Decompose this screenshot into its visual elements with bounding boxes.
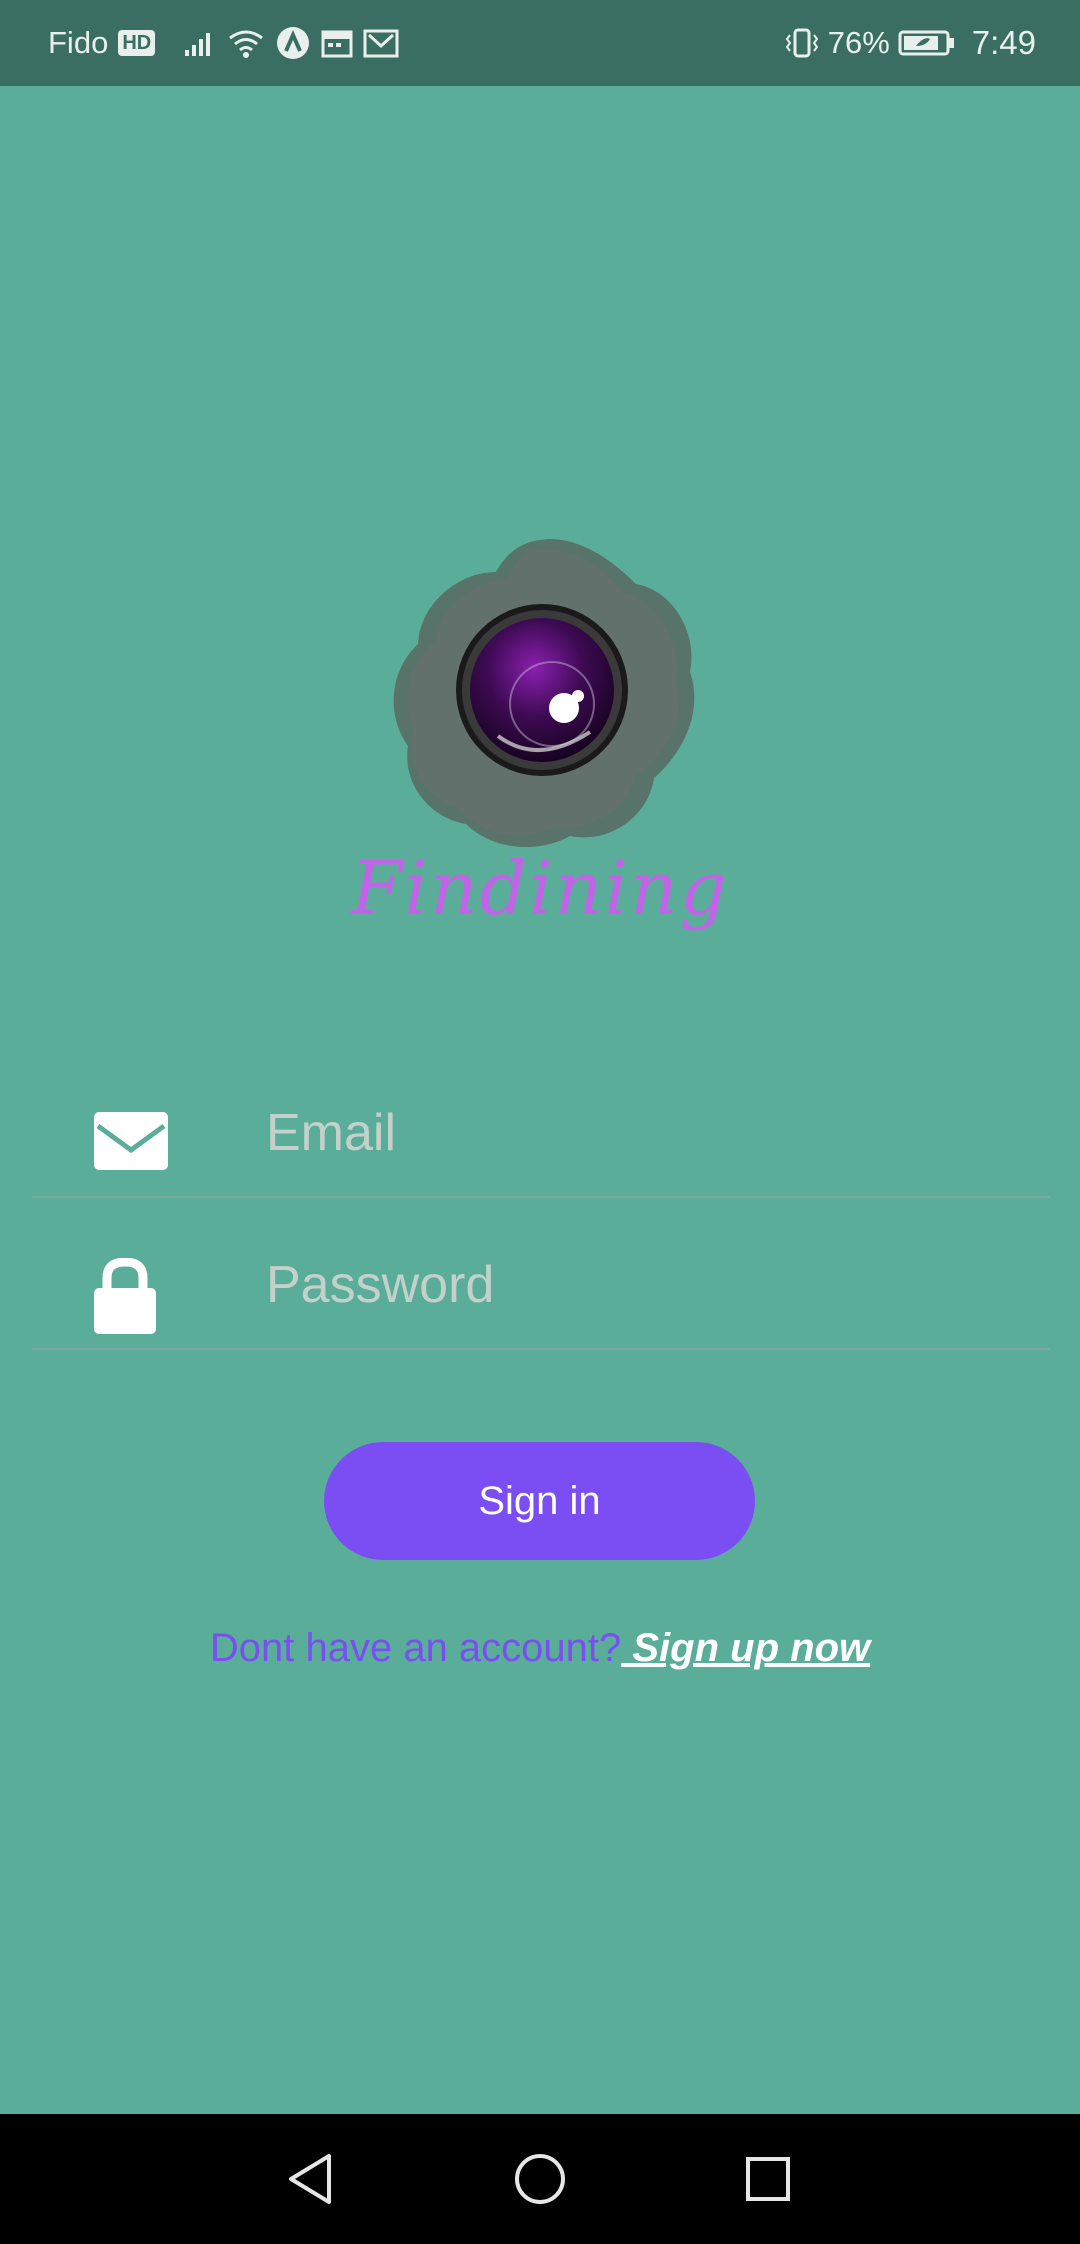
navigation-bar: [0, 2114, 1080, 2244]
recents-icon[interactable]: [733, 2144, 803, 2214]
signup-prompt: Dont have an account?: [209, 1626, 622, 1670]
home-icon[interactable]: [505, 2144, 575, 2214]
sign-in-button[interactable]: Sign in: [324, 1442, 755, 1560]
battery-percent: 76%: [827, 25, 890, 60]
email-field[interactable]: [266, 1086, 1026, 1180]
app-name: Findining: [350, 846, 730, 932]
carrier-name: Fido: [48, 25, 109, 60]
signal-icon: [183, 28, 217, 58]
back-icon[interactable]: [275, 2144, 345, 2214]
signup-line: Dont have an account? Sign up now: [0, 1626, 1080, 1671]
calendar-icon: [321, 28, 353, 58]
envelope-icon: [94, 1112, 168, 1175]
clock-time: 7:49: [971, 24, 1036, 61]
password-row: [32, 1198, 1050, 1350]
vibrate-icon: [784, 27, 820, 59]
wifi-icon: [227, 28, 265, 58]
sign-up-link[interactable]: Sign up now: [621, 1626, 870, 1670]
status-bar: Fido HD 76% 7:49: [0, 0, 1080, 86]
mail-icon: [363, 28, 399, 58]
hd-badge: HD: [118, 30, 156, 56]
app-notification-icon: [275, 25, 311, 61]
camera-lens-logo: [378, 532, 702, 856]
email-row: [32, 1046, 1050, 1198]
status-right: 76% 7:49: [784, 0, 1036, 86]
battery-icon: [898, 28, 956, 58]
status-left: Fido HD: [48, 0, 399, 86]
lock-icon: [94, 1257, 156, 1339]
password-field[interactable]: [266, 1238, 1026, 1332]
